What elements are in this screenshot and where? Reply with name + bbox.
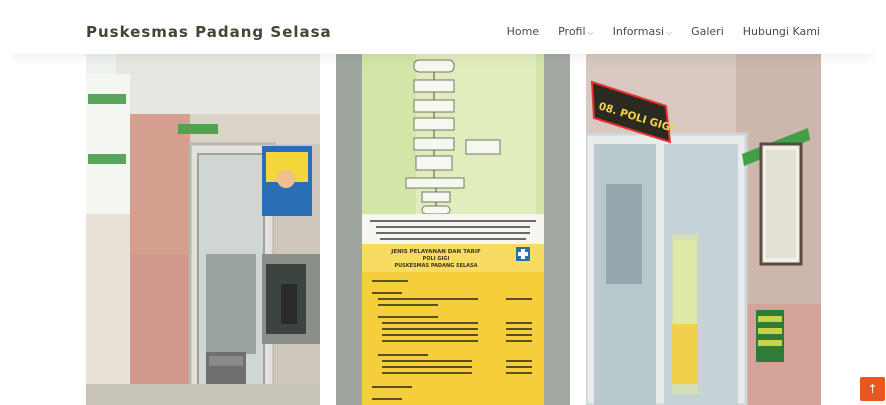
- brand-logo[interactable]: Puskesmas Padang Selasa: [86, 23, 332, 41]
- hallway-photo-image: [86, 54, 320, 405]
- nav-informasi[interactable]: Informasi ⌵: [613, 25, 672, 38]
- navbar: Puskesmas Padang Selasa Home Profil ⌵ Inf…: [10, 10, 876, 54]
- chevron-down-icon: ⌵: [587, 28, 594, 37]
- door-photo-image: 08. POLI GIGI: [586, 54, 821, 405]
- gallery-photo-door[interactable]: 08. POLI GIGI: [586, 54, 821, 405]
- nav-home[interactable]: Home: [507, 25, 539, 38]
- page-frame: Puskesmas Padang Selasa Home Profil ⌵ Inf…: [10, 10, 876, 405]
- poster-title-line3: PUSKESMAS PADANG SELASA: [394, 263, 477, 269]
- poster-title-line1: JENIS PELAYANAN DAN TARIF: [390, 249, 481, 255]
- chevron-down-icon: ⌵: [666, 28, 673, 37]
- gallery-photo-hallway[interactable]: [86, 54, 320, 405]
- nav-menu: Home Profil ⌵ Informasi ⌵ Galeri Hubungi K…: [507, 25, 820, 38]
- nav-galeri[interactable]: Galeri: [691, 25, 724, 38]
- photo-gallery: JENIS PELAYANAN DAN TARIF POLI GIGI PUSK…: [86, 54, 821, 405]
- back-to-top-button[interactable]: ↑: [860, 377, 885, 401]
- nav-hubungi[interactable]: Hubungi Kami: [743, 25, 820, 38]
- nav-informasi-label: Informasi: [612, 25, 664, 38]
- nav-profil[interactable]: Profil ⌵: [558, 25, 594, 38]
- poster-photo-image: JENIS PELAYANAN DAN TARIF POLI GIGI PUSK…: [336, 54, 570, 405]
- nav-profil-label: Profil: [558, 25, 586, 38]
- gallery-photo-poster[interactable]: JENIS PELAYANAN DAN TARIF POLI GIGI PUSK…: [336, 54, 570, 405]
- poster-title-line2: POLI GIGI: [423, 256, 450, 262]
